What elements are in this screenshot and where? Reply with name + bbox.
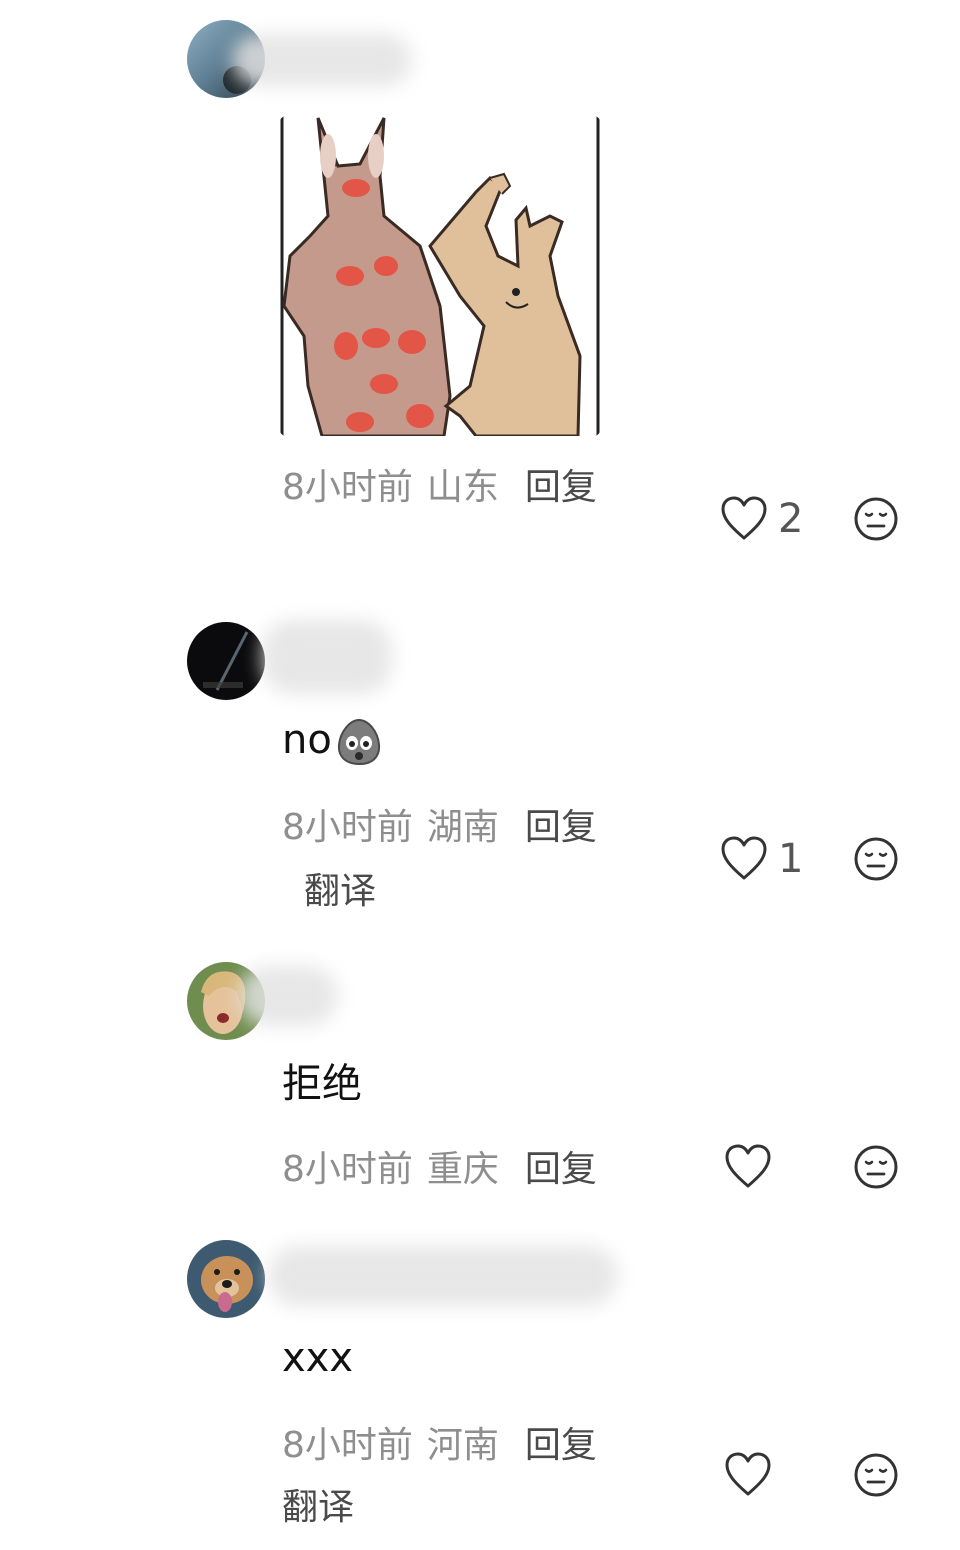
comment-location: 山东: [426, 467, 499, 508]
translate-button[interactable]: 翻译: [304, 870, 376, 914]
comment-text: no: [282, 716, 384, 767]
like-count: 2: [778, 496, 804, 542]
reply-button[interactable]: 回复: [525, 467, 597, 508]
comment-image[interactable]: [280, 116, 600, 436]
avatar[interactable]: [187, 1240, 265, 1318]
like-button[interactable]: [724, 1452, 782, 1498]
comment-time: 8小时前: [282, 1425, 413, 1466]
dislike-button[interactable]: [853, 1144, 899, 1190]
comment-time: 8小时前: [282, 467, 413, 508]
meh-face-icon: [854, 837, 898, 881]
heart-outline-icon: [721, 836, 767, 880]
username-blurred[interactable]: [238, 966, 338, 1026]
shocked-bean-emoji: [337, 718, 380, 766]
comment-location: 湖南: [426, 807, 499, 848]
heart-outline-icon: [725, 1452, 771, 1496]
heart-outline-icon: [725, 1144, 771, 1188]
comment-location: 河南: [426, 1425, 499, 1466]
comment-time: 8小时前: [282, 807, 413, 848]
avatar[interactable]: [187, 622, 265, 700]
meh-face-icon: [854, 497, 898, 541]
meh-face-icon: [854, 1453, 898, 1497]
comment-text-content: no: [282, 717, 332, 763]
comment-time: 8小时前: [282, 1149, 413, 1190]
username-blurred[interactable]: [262, 620, 392, 694]
like-button[interactable]: 2: [720, 496, 803, 542]
comment-meta: 8小时前 河南 回复: [282, 1424, 597, 1468]
translate-button[interactable]: 翻译: [282, 1486, 354, 1530]
username-blurred[interactable]: [232, 34, 412, 86]
like-count: 1: [778, 836, 804, 882]
comment-text: xxx: [282, 1335, 354, 1381]
comment-meta: 8小时前 山东 回复: [282, 466, 597, 510]
username-blurred[interactable]: [268, 1246, 618, 1306]
dislike-button[interactable]: [853, 496, 899, 542]
reply-button[interactable]: 回复: [525, 1425, 597, 1466]
comment-text: 拒绝: [282, 1061, 362, 1107]
comment-meta: 8小时前 重庆 回复: [282, 1148, 597, 1192]
reply-button[interactable]: 回复: [525, 807, 597, 848]
dislike-button[interactable]: [853, 1452, 899, 1498]
heart-outline-icon: [721, 496, 767, 540]
comment-location: 重庆: [426, 1149, 499, 1190]
reply-button[interactable]: 回复: [525, 1149, 597, 1190]
meh-face-icon: [854, 1145, 898, 1189]
like-button[interactable]: [724, 1144, 782, 1190]
comment-meta: 8小时前 湖南 回复: [282, 806, 597, 850]
like-button[interactable]: 1: [720, 836, 803, 882]
dislike-button[interactable]: [853, 836, 899, 882]
